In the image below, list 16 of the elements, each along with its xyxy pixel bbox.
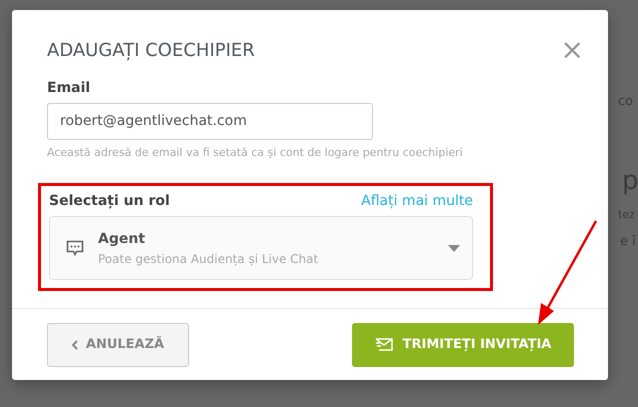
chat-icon [66,240,84,257]
role-select[interactable]: Agent Poate gestiona Audiența și Live Chat [49,216,473,280]
learn-more-link[interactable]: Aflați mai multe [361,191,473,212]
caret-icon [448,244,460,252]
field-label: Email [47,78,92,98]
field-label: Selectați un rol [49,192,170,212]
email-field[interactable]: robert@agentlivechat.com [47,102,373,140]
role-name: Agent [98,230,146,249]
dialog-title: ADAUGAȚI COECHIPIER [47,40,255,62]
send-invitation-button[interactable]: TRIMITEȚI INVITAȚIA [352,322,574,366]
chevron-left-icon [72,340,78,350]
role-description: Poate gestiona Audiența și Live Chat [98,250,320,268]
close-button[interactable]: × [560,36,584,64]
cancel-button[interactable]: ANULEAZĂ [47,322,189,366]
help-text: Această adresă de email va fi setată ca și cont de logare pentru coechipieri [47,144,464,161]
envelope-icon [374,338,393,351]
